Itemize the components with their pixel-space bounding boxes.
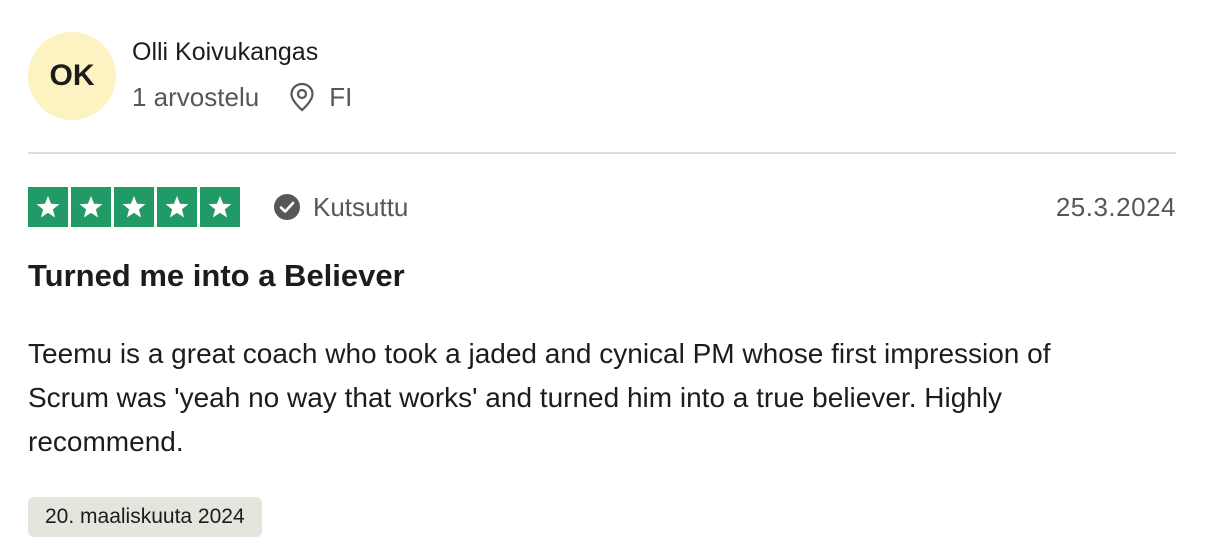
experience-date-badge: 20. maaliskuuta 2024 xyxy=(28,497,262,537)
verified-badge[interactable]: Kutsuttu xyxy=(273,192,408,223)
star-rating xyxy=(28,187,243,227)
star-icon xyxy=(71,187,111,227)
star-icon xyxy=(200,187,240,227)
reviewer-info: Olli Koivukangas 1 arvostelu FI xyxy=(132,36,352,112)
rating-row: Kutsuttu 25.3.2024 xyxy=(28,186,1176,228)
avatar[interactable]: OK xyxy=(28,32,116,120)
divider xyxy=(28,152,1176,154)
reviewer-location: FI xyxy=(289,82,352,112)
review-count: 1 arvostelu xyxy=(132,82,260,112)
reviewer-name[interactable]: Olli Koivukangas xyxy=(132,36,352,68)
reviewer-header: OK Olli Koivukangas 1 arvostelu FI xyxy=(28,32,352,120)
review-date: 25.3.2024 xyxy=(1055,191,1176,222)
location-pin-icon xyxy=(290,82,314,112)
reviewer-country: FI xyxy=(329,82,353,112)
review-card: OK Olli Koivukangas 1 arvostelu FI Kutsu… xyxy=(0,0,1210,556)
star-icon xyxy=(28,187,68,227)
review-text: Teemu is a great coach who took a jaded … xyxy=(28,338,1051,457)
star-icon xyxy=(114,187,154,227)
star-icon xyxy=(157,187,197,227)
review-title[interactable]: Turned me into a Believer xyxy=(28,256,405,296)
verified-label: Kutsuttu xyxy=(313,191,409,222)
check-circle-icon xyxy=(274,194,300,220)
reviewer-meta: 1 arvostelu FI xyxy=(132,82,352,112)
